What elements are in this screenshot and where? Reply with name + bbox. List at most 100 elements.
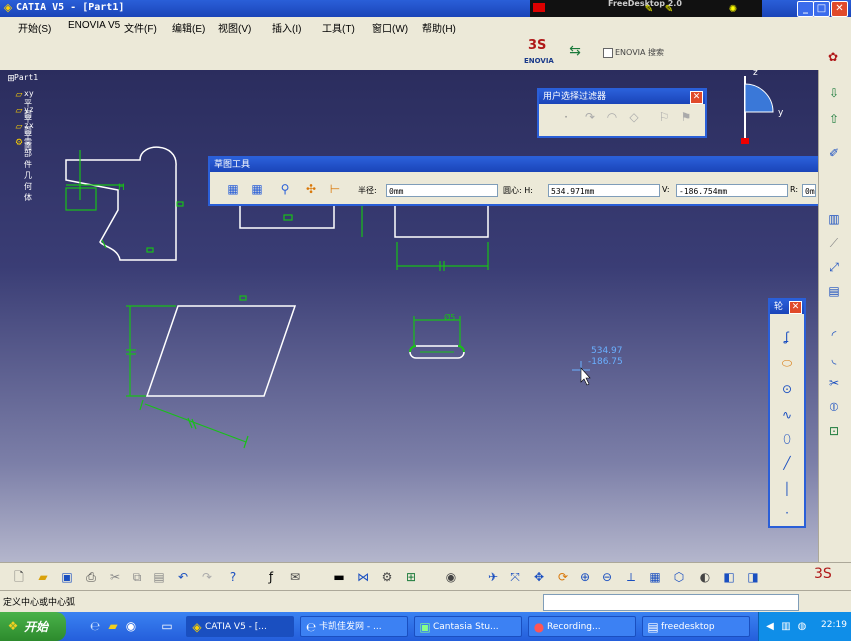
pencil-icon[interactable]: ✎: [642, 3, 656, 17]
taskbar-item-freedesktop[interactable]: ▤ freedesktop: [642, 616, 750, 637]
tray-clock[interactable]: 22:19: [821, 620, 847, 630]
copy-icon[interactable]: ⧉: [130, 570, 144, 584]
parallelogram-sketch[interactable]: [145, 305, 297, 397]
tree-expand-icon[interactable]: ⋈: [356, 570, 370, 584]
tree-item-part-body[interactable]: 零部件几何体: [24, 137, 32, 203]
menu-tools[interactable]: 工具(T): [322, 20, 355, 35]
construction-element-icon[interactable]: ⚲: [278, 182, 292, 196]
new-file-icon[interactable]: 🗋: [12, 570, 26, 584]
sketch-analysis-icon[interactable]: ◉: [444, 570, 458, 584]
menu-enovia[interactable]: ENOVIA V5: [68, 20, 120, 31]
maximize-button[interactable]: □: [813, 1, 830, 17]
filter-panel-close-button[interactable]: ✕: [690, 91, 703, 104]
profile-outline[interactable]: [65, 146, 177, 261]
zoom-in-icon[interactable]: ⊕: [578, 570, 592, 584]
sketch-canvas[interactable]: Ø5 534.97 -186.75 H ⊞ Part1 ▱ xy 平面 ▱ yz…: [0, 68, 818, 562]
pan-icon[interactable]: ✥: [532, 570, 546, 584]
profile-panel-header[interactable]: 轮 ✕: [770, 300, 804, 314]
cut-icon[interactable]: ✂: [108, 570, 122, 584]
rotate-icon[interactable]: ⟳: [556, 570, 570, 584]
zoom-out-icon[interactable]: ⊖: [600, 570, 614, 584]
paste-icon[interactable]: ▤: [152, 570, 166, 584]
corner-icon[interactable]: ◜: [827, 328, 841, 342]
predefined-profile-icon[interactable]: ⬭: [780, 356, 794, 370]
volume-filter-icon[interactable]: ◇: [627, 110, 641, 124]
menu-window[interactable]: 窗口(W): [372, 20, 408, 35]
render-style-icon[interactable]: ◐: [698, 570, 712, 584]
properties-icon[interactable]: ⚙: [380, 570, 394, 584]
layer-icon[interactable]: ▬: [332, 570, 346, 584]
hide-show-icon[interactable]: ◧: [722, 570, 736, 584]
print-icon[interactable]: ⎙: [84, 570, 98, 584]
r-input[interactable]: 0mm: [802, 184, 816, 197]
tray-volume-icon[interactable]: ◀: [763, 620, 777, 634]
project-icon[interactable]: ⊡: [827, 424, 841, 438]
swap-visible-space-icon[interactable]: ◨: [746, 570, 760, 584]
profile-panel-close-button[interactable]: ✕: [789, 301, 802, 314]
surface-filter-icon[interactable]: ◠: [605, 110, 619, 124]
whats-this-icon[interactable]: ?: [226, 570, 240, 584]
record-icon[interactable]: [533, 3, 545, 12]
workbench-icon[interactable]: ⇆: [568, 44, 582, 58]
filter-panel-header[interactable]: 用户选择过滤器 ✕: [539, 90, 705, 104]
radius-input[interactable]: 0mm: [386, 184, 498, 197]
command-input[interactable]: [543, 594, 799, 611]
close-button[interactable]: ✕: [831, 1, 848, 17]
curve-filter-icon[interactable]: ↷: [583, 110, 597, 124]
sketch-tools-header[interactable]: 草图工具: [210, 158, 820, 172]
catia-compass-icon[interactable]: ✿: [826, 50, 840, 64]
operation-icon[interactable]: ✐: [827, 146, 841, 160]
dimensional-constraints-icon[interactable]: ⊢: [328, 182, 342, 196]
menu-file[interactable]: 文件(F): [124, 20, 157, 35]
undo-icon[interactable]: ↶: [176, 570, 190, 584]
point-filter-icon[interactable]: ·: [559, 110, 573, 124]
line-icon[interactable]: ╱: [780, 456, 794, 470]
analysis-icon[interactable]: ⊞: [404, 570, 418, 584]
center-v-input[interactable]: -186.754mm: [676, 184, 788, 197]
multi-view-icon[interactable]: ▦: [648, 570, 662, 584]
exit-workbench-icon[interactable]: ⇩: [827, 86, 841, 100]
auto-constraint-icon[interactable]: ▤: [827, 284, 841, 298]
search-checkbox[interactable]: [603, 48, 613, 58]
taskbar-item-recording[interactable]: ● Recording...: [528, 616, 636, 637]
fix-icon[interactable]: ⟋: [827, 236, 841, 250]
point-icon[interactable]: ·: [780, 506, 794, 520]
save-icon[interactable]: ▣: [60, 570, 74, 584]
comment-icon[interactable]: ✉: [288, 570, 302, 584]
conic-icon[interactable]: ⬯: [780, 432, 794, 446]
grid-icon[interactable]: ▦: [226, 182, 240, 196]
profile-icon[interactable]: ʆ: [780, 330, 794, 344]
quicklaunch-media-icon[interactable]: ◉: [124, 619, 138, 633]
redo-icon[interactable]: ↷: [200, 570, 214, 584]
menu-insert[interactable]: 插入(I): [272, 20, 301, 35]
normal-view-icon[interactable]: ⟂: [624, 570, 638, 584]
quicklaunch-ie-icon[interactable]: ℮: [88, 619, 102, 633]
menu-view[interactable]: 视图(V): [218, 20, 251, 35]
fit-all-icon[interactable]: ⤧: [508, 570, 522, 584]
trim-icon[interactable]: ✂: [827, 376, 841, 390]
axis-line-icon[interactable]: │: [780, 482, 794, 496]
quicklaunch-desktop-icon[interactable]: ▭: [160, 619, 174, 633]
mirror-icon[interactable]: ⦶: [827, 400, 841, 414]
circle-icon[interactable]: ⊙: [780, 382, 794, 396]
tree-root-part1[interactable]: Part1: [14, 73, 38, 82]
minimize-button[interactable]: _: [797, 1, 814, 17]
slot-sketch[interactable]: [409, 345, 465, 359]
taskbar-item-catia[interactable]: ◈ CATIA V5 - [...: [186, 616, 294, 637]
axis-compass[interactable]: [741, 76, 774, 144]
taskbar-item-camtasia[interactable]: ▣ Cantasia Stu...: [414, 616, 522, 637]
snap-to-point-icon[interactable]: ▦: [250, 182, 264, 196]
menu-edit[interactable]: 编辑(E): [172, 20, 205, 35]
taskbar-item-browser[interactable]: ℮ 卡凯佳发网 - ...: [300, 616, 408, 637]
geometric-constraints-icon[interactable]: ✣: [304, 182, 318, 196]
iso-view-icon[interactable]: ⬡: [672, 570, 686, 584]
sketch-icon[interactable]: ⇧: [827, 112, 841, 126]
tool-filter-icon[interactable]: ⚐: [657, 110, 671, 124]
tray-app-icon[interactable]: ◍: [795, 620, 809, 634]
brush-icon[interactable]: ✎: [662, 3, 676, 17]
rectangle-sketch[interactable]: [239, 204, 489, 238]
quicklaunch-folder-icon[interactable]: ▰: [106, 619, 120, 633]
bulb-icon[interactable]: ✺: [726, 3, 740, 17]
chamfer-icon[interactable]: ◟: [827, 352, 841, 366]
fly-mode-icon[interactable]: ✈: [486, 570, 500, 584]
